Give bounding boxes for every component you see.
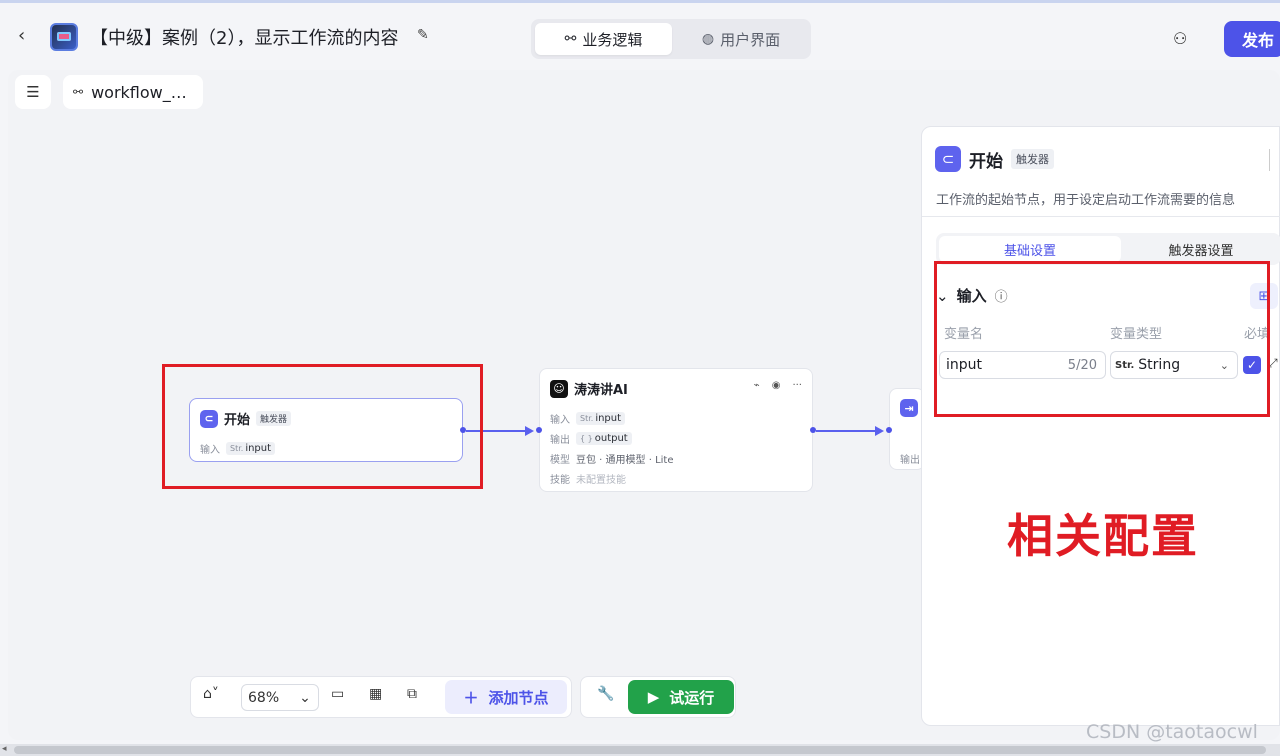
llm-node[interactable]: ☺ 涛涛讲AI ⌁ ◉ ··· 输入 Str. input 输出 { } outpu… xyxy=(536,368,816,492)
tab-basic-settings[interactable]: 基础设置 xyxy=(939,236,1121,262)
panel-title: 开始 xyxy=(969,151,1003,172)
publish-button[interactable]: 发布 xyxy=(1224,21,1280,57)
input-port[interactable] xyxy=(886,427,892,433)
minimap-icon[interactable]: ⧉ xyxy=(407,686,417,702)
output-chip: { } output xyxy=(576,432,632,445)
target-icon[interactable]: ◉ xyxy=(772,380,781,391)
node-skill-row: 技能 未配置技能 xyxy=(550,471,626,486)
play-icon: ▶ xyxy=(647,688,660,706)
node-actions: ⌁ ◉ ··· xyxy=(754,380,802,391)
type-prefix: Str. xyxy=(580,414,594,423)
chevron-down-icon: ⌄ xyxy=(299,689,311,706)
tab-trigger-settings[interactable]: 触发器设置 xyxy=(1126,236,1276,262)
canvas-toolbar: ⌂˅ 68% ⌄ ▭ ▦ ⧉ ＋ 添加节点 xyxy=(190,676,572,718)
divider xyxy=(922,216,1280,217)
tab-business-logic[interactable]: ⚯ 业务逻辑 xyxy=(535,23,672,55)
page-title: 【中级】案例（2），显示工作流的内容 xyxy=(90,28,399,49)
app-icon xyxy=(50,23,78,51)
node-title: 涛涛讲AI xyxy=(574,383,628,398)
node-output-row: 输出 { } output xyxy=(550,431,632,446)
node-model-row: 模型 豆包 · 通用模型 · Lite xyxy=(550,451,674,466)
horizontal-scrollbar[interactable]: ◂ xyxy=(0,744,1280,756)
view-switcher: ⚯ 业务逻辑 ◍ 用户界面 xyxy=(531,19,811,59)
end-icon: ⇥ xyxy=(900,399,918,417)
panel-description: 工作流的起始节点，用于设定启动工作流需要的信息 xyxy=(936,193,1236,208)
end-node[interactable]: ⇥ 输出 xyxy=(886,388,925,470)
workflow-selector[interactable]: ⚯ workflow_… xyxy=(63,75,203,109)
palette-icon: ◍ xyxy=(701,31,715,47)
arrow-icon xyxy=(525,426,534,436)
header-bar: ‹ 【中级】案例（2），显示工作流的内容 ✎ ⚯ 业务逻辑 ◍ 用户界面 ⚇ 发… xyxy=(0,3,1280,67)
plus-icon: ＋ xyxy=(463,688,479,707)
run-toolbar: 🔧 ▶ 试运行 xyxy=(580,676,736,718)
chip-value: input xyxy=(595,413,622,424)
edit-icon[interactable]: ✎ xyxy=(417,27,433,43)
workflow-name: workflow_… xyxy=(91,82,187,102)
row-label: 输出 xyxy=(550,435,570,446)
input-chip: Str. input xyxy=(576,412,626,425)
node-config-panel: ⊂ 开始 触发器 工作流的起始节点，用于设定启动工作流需要的信息 基础设置 触发… xyxy=(921,126,1280,726)
ai-avatar-icon: ☺ xyxy=(550,379,568,398)
workflow-icon: ⚯ xyxy=(564,31,577,47)
scroll-left-icon[interactable]: ◂ xyxy=(2,744,7,754)
model-value: 豆包 · 通用模型 · Lite xyxy=(576,455,674,466)
highlight-box-start-node xyxy=(162,364,483,489)
annotation-text: 相关配置 xyxy=(1007,509,1199,563)
skill-value: 未配置技能 xyxy=(576,475,626,486)
node-header: ⇥ xyxy=(900,399,918,417)
back-icon[interactable]: ‹ xyxy=(18,25,38,47)
row-label: 输出 xyxy=(900,455,920,466)
mouse-mode-icon[interactable]: ⌂˅ xyxy=(203,686,219,702)
more-icon[interactable]: ··· xyxy=(792,380,802,391)
row-label: 输入 xyxy=(550,415,570,426)
add-node-label: 添加节点 xyxy=(488,688,549,707)
node-output-row: 输出 xyxy=(900,451,920,466)
scroll-thumb[interactable] xyxy=(14,746,1266,754)
edge-ai-end xyxy=(816,430,878,432)
divider xyxy=(1269,149,1270,171)
wrench-icon[interactable]: 🔧 xyxy=(597,686,614,702)
panel-header: ⊂ 开始 触发器 xyxy=(935,146,1054,172)
test-run-button[interactable]: ▶ 试运行 xyxy=(628,680,734,714)
zoom-value: 68% xyxy=(248,689,280,706)
row-label: 技能 xyxy=(550,475,570,486)
input-port[interactable] xyxy=(536,427,542,433)
run-label: 试运行 xyxy=(669,688,715,707)
toggle-sidebar-button[interactable]: ☰ xyxy=(15,75,51,109)
highlight-box-input-config xyxy=(934,261,1270,417)
tab-user-interface[interactable]: ◍ 用户界面 xyxy=(676,23,806,55)
tab-label: 业务逻辑 xyxy=(582,30,643,49)
node-input-row: 输入 Str. input xyxy=(550,411,626,426)
type-prefix: { } xyxy=(580,434,593,443)
row-label: 模型 xyxy=(550,455,570,466)
layout-icon[interactable]: ▦ xyxy=(369,686,382,702)
arrow-icon xyxy=(875,426,884,436)
debug-icon[interactable]: ⌁ xyxy=(754,380,760,391)
tab-label: 用户界面 xyxy=(720,30,781,49)
trigger-tag: 触发器 xyxy=(1011,149,1054,169)
zoom-select[interactable]: 68% ⌄ xyxy=(241,684,319,711)
add-node-button[interactable]: ＋ 添加节点 xyxy=(445,680,567,714)
node-header: ☺ 涛涛讲AI xyxy=(550,379,628,398)
workflow-icon: ⚯ xyxy=(73,85,84,99)
add-collaborator-icon[interactable]: ⚇ xyxy=(1173,29,1197,51)
comment-icon[interactable]: ▭ xyxy=(331,686,344,702)
start-icon: ⊂ xyxy=(935,146,961,172)
chip-value: output xyxy=(594,433,628,444)
watermark: CSDN @taotaocwl xyxy=(1086,721,1258,743)
